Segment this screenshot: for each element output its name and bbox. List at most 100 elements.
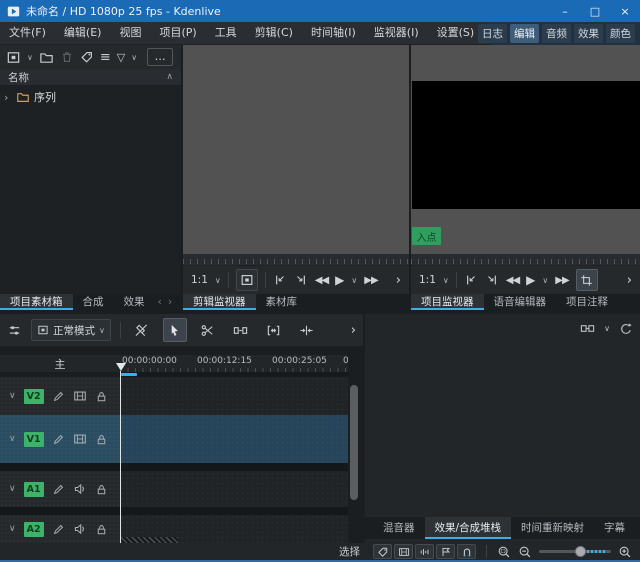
add-clip-dropdown-icon[interactable]: ∨ xyxy=(27,53,33,62)
monitor-zoom-level[interactable]: 1:1 xyxy=(191,274,208,286)
playhead-handle[interactable] xyxy=(116,363,126,371)
chevron-down-icon[interactable]: ∨ xyxy=(9,484,16,494)
tab-effect-stack[interactable]: 效果/合成堆栈 xyxy=(424,517,512,539)
tab-scroll-left-icon[interactable]: ‹ xyxy=(155,294,165,310)
video-thumbnails-button[interactable] xyxy=(394,544,413,559)
zoom-dropdown-icon[interactable]: ∨ xyxy=(443,276,449,285)
track-badge[interactable]: A2 xyxy=(23,521,44,537)
audio-thumbnails-icon[interactable] xyxy=(73,482,87,496)
tab-mixer[interactable]: 混音器 xyxy=(373,517,425,539)
edit-track-icon[interactable] xyxy=(52,483,65,496)
track-badge[interactable]: A1 xyxy=(23,481,44,497)
edit-track-icon[interactable] xyxy=(52,433,65,446)
toolbar-overflow-icon[interactable]: › xyxy=(351,323,356,338)
slip-tool-button[interactable] xyxy=(262,318,286,342)
lock-icon[interactable] xyxy=(95,390,108,403)
edit-track-icon[interactable] xyxy=(52,390,65,403)
panel-splitter[interactable] xyxy=(409,45,411,310)
minimize-button[interactable]: – xyxy=(550,0,580,22)
tab-project-notes[interactable]: 项目注释 xyxy=(556,294,618,310)
expander-icon[interactable]: › xyxy=(4,91,12,104)
menu-monitor[interactable]: 监视器(I) xyxy=(365,22,428,44)
track-badge[interactable]: V1 xyxy=(23,431,44,447)
monitor-zoom-level[interactable]: 1:1 xyxy=(419,274,436,286)
reset-icon[interactable] xyxy=(619,322,633,336)
edit-mode-dropdown[interactable]: 正常模式 ∨ xyxy=(31,319,111,341)
rewind-icon[interactable]: ◀◀ xyxy=(506,275,520,286)
zone-out-icon[interactable] xyxy=(485,273,499,287)
tag-icon[interactable] xyxy=(80,50,94,64)
rewind-icon[interactable]: ◀◀ xyxy=(315,275,329,286)
workspace-logging[interactable]: 日志 xyxy=(478,24,507,43)
lock-icon[interactable] xyxy=(95,433,108,446)
track-badge[interactable]: V2 xyxy=(23,388,44,404)
delete-icon[interactable] xyxy=(60,50,74,64)
compare-icon[interactable] xyxy=(580,321,595,336)
menu-edit[interactable]: 编辑(E) xyxy=(55,22,111,44)
track-header-a2[interactable]: ∨ A2 xyxy=(0,515,120,543)
menu-project[interactable]: 项目(P) xyxy=(150,22,205,44)
track-lane[interactable] xyxy=(120,415,348,463)
play-dropdown-icon[interactable]: ∨ xyxy=(542,276,548,285)
tab-effects[interactable]: 效果 xyxy=(114,294,155,310)
play-icon[interactable]: ▶ xyxy=(335,273,344,287)
tab-speech-editor[interactable]: 语音编辑器 xyxy=(484,294,557,310)
zone-in-icon[interactable] xyxy=(273,273,287,287)
timeline-settings-icon[interactable] xyxy=(7,323,22,338)
slider-handle[interactable] xyxy=(575,546,586,557)
add-clip-icon[interactable] xyxy=(6,50,21,65)
mix-clips-button[interactable] xyxy=(295,318,319,342)
project-monitor-ruler[interactable] xyxy=(411,254,640,265)
menu-file[interactable]: 文件(F) xyxy=(0,22,55,44)
marker-comments-button[interactable] xyxy=(436,544,455,559)
panel-splitter[interactable] xyxy=(181,45,183,310)
maximize-button[interactable]: □ xyxy=(580,0,610,22)
bin-more-button[interactable]: … xyxy=(147,48,174,66)
razor-tool-button[interactable] xyxy=(196,318,220,342)
transport-overflow-icon[interactable]: › xyxy=(627,273,632,288)
tab-project-bin[interactable]: 项目素材箱 xyxy=(0,294,73,310)
view-mode-icon[interactable]: ≡ xyxy=(100,50,111,65)
selection-tool-button[interactable] xyxy=(162,318,187,342)
forward-icon[interactable]: ▶▶ xyxy=(555,275,569,286)
tab-clip-monitor[interactable]: 剪辑监视器 xyxy=(183,294,256,310)
show-markers-button[interactable] xyxy=(373,544,392,559)
track-header-a1[interactable]: ∨ A1 xyxy=(0,471,120,507)
zone-out-icon[interactable] xyxy=(294,273,308,287)
workspace-effects[interactable]: 效果 xyxy=(574,24,603,43)
lock-icon[interactable] xyxy=(95,483,108,496)
zone-mode-button[interactable] xyxy=(575,269,598,291)
zoom-fit-button[interactable] xyxy=(497,545,511,559)
chevron-down-icon[interactable]: ∨ xyxy=(9,434,16,444)
close-button[interactable]: × xyxy=(610,0,640,22)
tab-time-remap[interactable]: 时间重新映射 xyxy=(511,517,594,539)
filter-icon[interactable]: ▽ xyxy=(117,51,125,64)
track-header-v1[interactable]: ∨ V1 xyxy=(0,415,120,463)
zoom-out-button[interactable] xyxy=(518,545,532,559)
clip-monitor-ruler[interactable] xyxy=(183,254,409,265)
filter-dropdown-icon[interactable]: ∨ xyxy=(131,53,137,62)
bin-item-sequence[interactable]: › 序列 xyxy=(0,86,181,108)
zone-in-icon[interactable] xyxy=(464,273,478,287)
chevron-down-icon[interactable]: ∨ xyxy=(604,324,610,333)
menu-tools[interactable]: 工具 xyxy=(206,22,246,44)
track-lane[interactable] xyxy=(120,377,348,415)
track-lane[interactable] xyxy=(120,471,348,507)
workspace-audio[interactable]: 音频 xyxy=(542,24,571,43)
timeline-ruler[interactable]: 00:00:00:00 00:00:12:15 00:00:25:05 00:0 xyxy=(120,355,348,372)
play-dropdown-icon[interactable]: ∨ xyxy=(351,276,357,285)
tab-compositions[interactable]: 合成 xyxy=(73,294,114,310)
chevron-down-icon[interactable]: ∨ xyxy=(9,391,16,401)
lock-icon[interactable] xyxy=(95,523,108,536)
mix-off-tool-button[interactable] xyxy=(130,318,154,342)
menu-view[interactable]: 视图 xyxy=(110,22,150,44)
tab-library[interactable]: 素材库 xyxy=(256,294,308,310)
tab-project-monitor[interactable]: 项目监视器 xyxy=(411,294,484,310)
snap-button[interactable] xyxy=(457,544,476,559)
audio-thumbnails-button[interactable] xyxy=(415,544,434,559)
audio-thumbnails-icon[interactable] xyxy=(73,522,87,536)
transport-overflow-icon[interactable]: › xyxy=(396,273,401,288)
workspace-editing[interactable]: 编辑 xyxy=(510,24,539,43)
timeline-zone[interactable] xyxy=(121,373,137,376)
chevron-down-icon[interactable]: ∨ xyxy=(9,524,16,534)
